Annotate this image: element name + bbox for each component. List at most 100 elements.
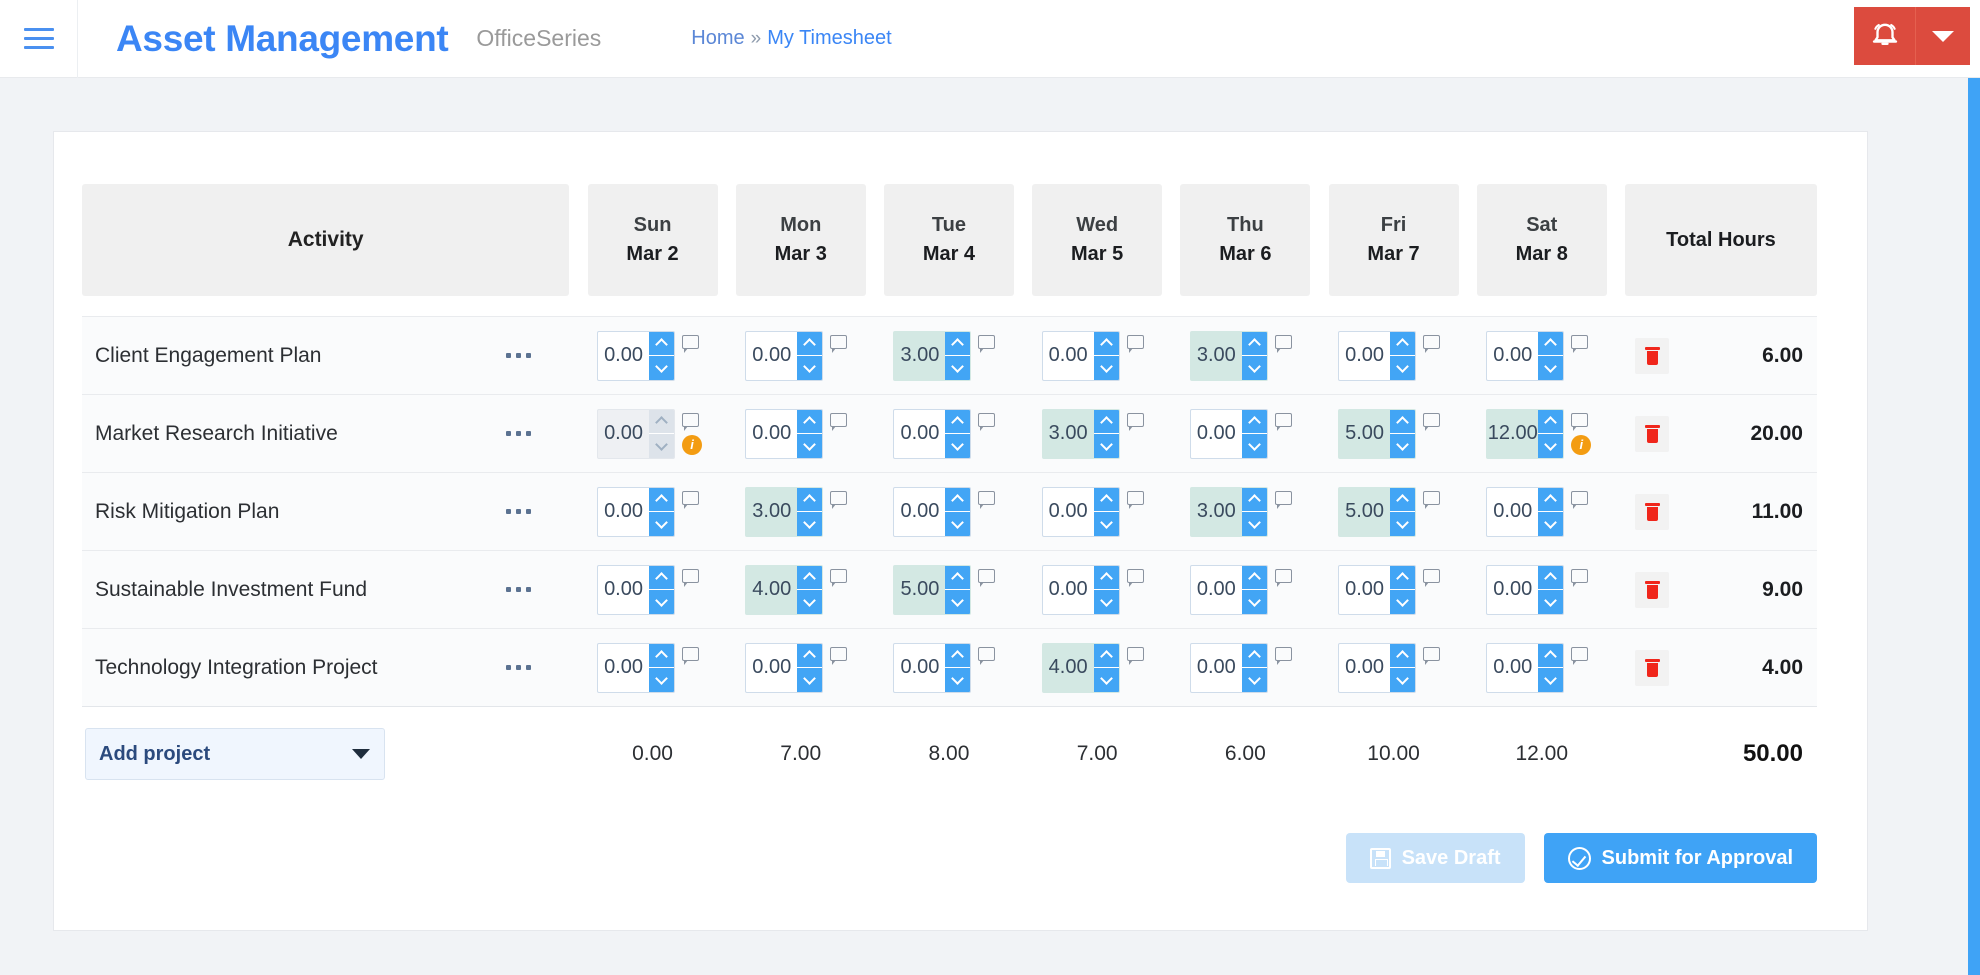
- stepper-increment[interactable]: [1093, 409, 1119, 433]
- trash-icon[interactable]: [1635, 571, 1670, 608]
- stepper-increment[interactable]: [1538, 487, 1564, 511]
- ellipsis-icon[interactable]: [502, 501, 535, 522]
- stepper-decrement[interactable]: [1390, 667, 1416, 692]
- comment-icon[interactable]: [1126, 568, 1144, 587]
- stepper-increment[interactable]: [649, 487, 675, 511]
- hours-stepper[interactable]: 4.00: [745, 564, 824, 615]
- hours-stepper[interactable]: 0.00: [1041, 564, 1120, 615]
- comment-icon[interactable]: [978, 412, 996, 431]
- hours-stepper[interactable]: 0.00: [893, 486, 972, 537]
- hours-stepper[interactable]: 0.00: [1189, 564, 1268, 615]
- hours-input[interactable]: 0.00: [598, 410, 649, 458]
- stepper-increment[interactable]: [1538, 331, 1564, 355]
- hours-input[interactable]: 5.00: [1339, 410, 1390, 458]
- hours-input[interactable]: 0.00: [894, 488, 945, 536]
- ellipsis-icon[interactable]: [502, 579, 535, 600]
- scrollbar-thumb[interactable]: [1968, 78, 1980, 975]
- hours-stepper[interactable]: 4.00: [1041, 642, 1120, 693]
- stepper-increment[interactable]: [797, 331, 823, 355]
- comment-icon[interactable]: [1571, 568, 1589, 587]
- comment-icon[interactable]: [1126, 646, 1144, 665]
- comment-icon[interactable]: [1423, 490, 1441, 509]
- save-draft-button[interactable]: Save Draft: [1345, 833, 1525, 883]
- notification-button[interactable]: [1854, 7, 1916, 65]
- hours-stepper[interactable]: 0.00: [1338, 330, 1417, 381]
- stepper-increment[interactable]: [797, 487, 823, 511]
- stepper-decrement[interactable]: [797, 589, 823, 614]
- hours-stepper[interactable]: 0.00: [893, 642, 972, 693]
- trash-icon[interactable]: [1635, 493, 1670, 530]
- comment-icon[interactable]: [682, 646, 700, 665]
- stepper-decrement[interactable]: [945, 511, 971, 536]
- hours-stepper[interactable]: 0.00: [1041, 486, 1120, 537]
- comment-icon[interactable]: [1126, 412, 1144, 431]
- stepper-increment[interactable]: [945, 487, 971, 511]
- stepper-decrement[interactable]: [1093, 511, 1119, 536]
- hours-stepper[interactable]: 5.00: [1338, 408, 1417, 459]
- comment-icon[interactable]: [1274, 412, 1292, 431]
- comment-icon[interactable]: [1423, 568, 1441, 587]
- comment-icon[interactable]: [682, 568, 700, 587]
- hours-stepper[interactable]: 3.00: [893, 330, 972, 381]
- hours-input[interactable]: 0.00: [1487, 566, 1538, 614]
- trash-icon[interactable]: [1635, 415, 1670, 452]
- stepper-decrement[interactable]: [1390, 589, 1416, 614]
- hours-stepper[interactable]: 5.00: [893, 564, 972, 615]
- stepper-increment[interactable]: [797, 565, 823, 589]
- comment-icon[interactable]: [978, 334, 996, 353]
- stepper-increment[interactable]: [1093, 643, 1119, 667]
- hours-input[interactable]: 0.00: [598, 644, 649, 692]
- stepper-increment[interactable]: [1538, 565, 1564, 589]
- hours-input[interactable]: 0.00: [598, 332, 649, 380]
- comment-icon[interactable]: [1126, 334, 1144, 353]
- comment-icon[interactable]: [830, 412, 848, 431]
- comment-icon[interactable]: [830, 568, 848, 587]
- stepper-increment[interactable]: [945, 331, 971, 355]
- stepper-decrement[interactable]: [1390, 433, 1416, 458]
- comment-icon[interactable]: [830, 646, 848, 665]
- hours-stepper[interactable]: 0.00: [1486, 330, 1565, 381]
- stepper-increment[interactable]: [649, 409, 675, 433]
- comment-icon[interactable]: [682, 490, 700, 509]
- hours-stepper[interactable]: 0.00: [597, 564, 676, 615]
- hours-input[interactable]: 3.00: [1191, 332, 1242, 380]
- breadcrumb-current[interactable]: My Timesheet: [767, 27, 891, 50]
- comment-icon[interactable]: [682, 334, 700, 353]
- stepper-decrement[interactable]: [1390, 511, 1416, 536]
- hours-stepper[interactable]: 3.00: [1189, 330, 1268, 381]
- stepper-increment[interactable]: [945, 409, 971, 433]
- stepper-decrement[interactable]: [945, 355, 971, 380]
- comment-icon[interactable]: [978, 646, 996, 665]
- hours-input[interactable]: 0.00: [894, 644, 945, 692]
- hours-stepper[interactable]: 0.00: [1338, 564, 1417, 615]
- hours-input[interactable]: 0.00: [1339, 644, 1390, 692]
- hours-input[interactable]: 0.00: [1043, 566, 1094, 614]
- hours-input[interactable]: 0.00: [746, 332, 797, 380]
- stepper-increment[interactable]: [1390, 565, 1416, 589]
- trash-icon[interactable]: [1635, 649, 1670, 686]
- hours-input[interactable]: 0.00: [1043, 488, 1094, 536]
- stepper-increment[interactable]: [1093, 565, 1119, 589]
- stepper-decrement[interactable]: [1241, 511, 1267, 536]
- stepper-decrement[interactable]: [1241, 589, 1267, 614]
- stepper-decrement[interactable]: [945, 433, 971, 458]
- ellipsis-icon[interactable]: [502, 423, 535, 444]
- comment-icon[interactable]: [1274, 334, 1292, 353]
- stepper-increment[interactable]: [1390, 409, 1416, 433]
- hours-input[interactable]: 0.00: [894, 410, 945, 458]
- hours-input[interactable]: 3.00: [894, 332, 945, 380]
- hours-stepper[interactable]: 3.00: [1189, 486, 1268, 537]
- hours-stepper[interactable]: 0.00: [1189, 408, 1268, 459]
- stepper-increment[interactable]: [945, 643, 971, 667]
- hours-stepper[interactable]: 0.00: [597, 642, 676, 693]
- hours-input[interactable]: 3.00: [1191, 488, 1242, 536]
- stepper-decrement[interactable]: [649, 589, 675, 614]
- stepper-decrement[interactable]: [1093, 589, 1119, 614]
- stepper-increment[interactable]: [1390, 643, 1416, 667]
- hours-stepper[interactable]: 5.00: [1338, 486, 1417, 537]
- comment-icon[interactable]: [1274, 568, 1292, 587]
- hours-stepper[interactable]: 0.00: [597, 486, 676, 537]
- stepper-increment[interactable]: [1538, 643, 1564, 667]
- stepper-increment[interactable]: [1538, 409, 1564, 433]
- breadcrumb-home[interactable]: Home: [691, 27, 744, 50]
